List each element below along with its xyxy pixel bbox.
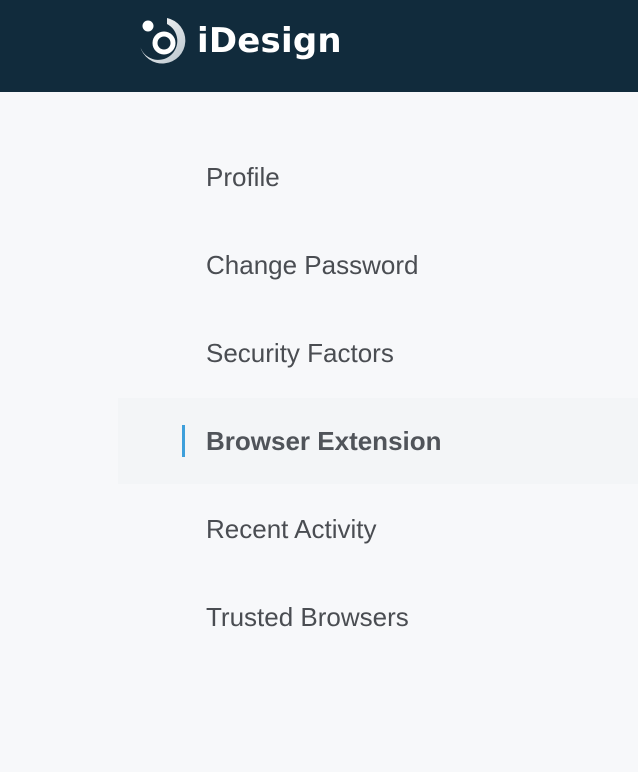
idesign-logo-icon (140, 18, 186, 64)
nav-item-profile[interactable]: Profile (118, 134, 638, 220)
nav-item-label: Profile (206, 161, 280, 192)
active-indicator (182, 425, 185, 457)
nav-item-trusted-browsers[interactable]: Trusted Browsers (118, 574, 638, 660)
brand-logo[interactable]: iDesign (137, 16, 342, 64)
nav-item-security-factors[interactable]: Security Factors (118, 310, 638, 396)
nav-item-label: Recent Activity (206, 513, 377, 544)
top-header: iDesign (0, 0, 638, 92)
nav-item-label: Change Password (206, 249, 419, 280)
nav-item-change-password[interactable]: Change Password (118, 222, 638, 308)
nav-item-browser-extension[interactable]: Browser Extension (118, 398, 638, 484)
nav-item-recent-activity[interactable]: Recent Activity (118, 486, 638, 572)
brand-name: iDesign (197, 21, 342, 61)
nav-item-label: Security Factors (206, 337, 394, 368)
nav-item-label: Browser Extension (206, 425, 442, 456)
nav-item-label: Trusted Browsers (206, 601, 409, 632)
